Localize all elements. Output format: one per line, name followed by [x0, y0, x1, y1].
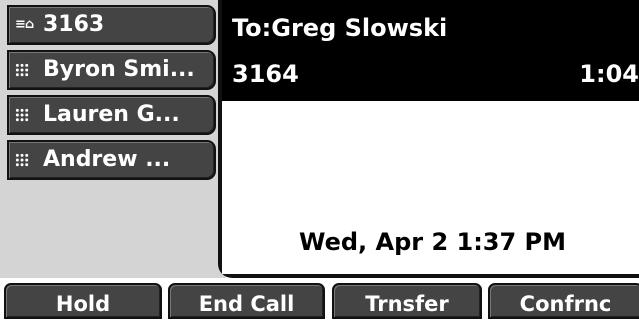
line-key-column: ≡⌂ 3163 Byron Smi... Lauren G... Andrew .…: [0, 0, 226, 278]
line-key-byron-smith[interactable]: Byron Smi...: [7, 50, 216, 90]
grid-icon: [15, 52, 37, 88]
line-key-andrew[interactable]: Andrew ...: [7, 140, 216, 180]
call-header: To:Greg Slowski 3164 1:04: [222, 0, 639, 101]
transfer-button[interactable]: Trnsfer: [332, 283, 482, 319]
grid-icon: [15, 97, 37, 133]
line-key-label: Andrew ...: [43, 147, 171, 172]
call-number: 3164: [232, 60, 299, 88]
line-key-3163[interactable]: ≡⌂ 3163: [7, 5, 216, 45]
conference-button[interactable]: Confrnc: [488, 283, 639, 319]
call-recipient: To:Greg Slowski: [232, 14, 448, 42]
line-key-label: Lauren G...: [43, 102, 180, 127]
hold-button[interactable]: Hold: [4, 283, 162, 319]
line-key-label: 3163: [43, 12, 105, 37]
call-timer: 1:04: [579, 60, 639, 88]
phone-screen: ≡⌂ 3163 Byron Smi... Lauren G... Andrew .…: [0, 0, 639, 321]
line-key-lauren-g[interactable]: Lauren G...: [7, 95, 216, 135]
line-key-label: Byron Smi...: [43, 57, 195, 82]
grid-icon: [15, 142, 37, 178]
softkey-bar: Hold End Call Trnsfer Confrnc: [0, 278, 639, 321]
status-date-time: Wed, Apr 2 1:37 PM: [298, 228, 567, 256]
phone-line-icon: ≡⌂: [15, 17, 34, 32]
end-call-button[interactable]: End Call: [168, 283, 325, 319]
active-call-panel[interactable]: To:Greg Slowski 3164 1:04 Wed, Apr 2 1:3…: [218, 0, 639, 278]
